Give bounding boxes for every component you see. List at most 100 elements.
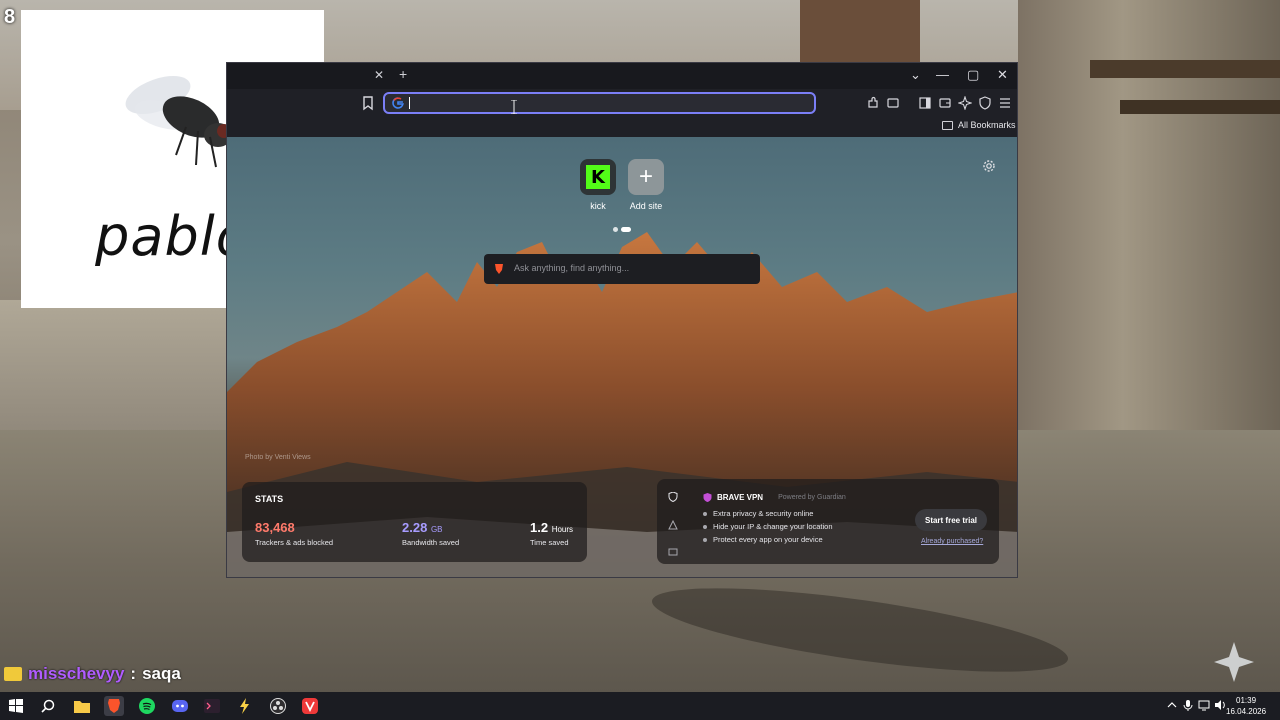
stat-bandwidth: 2.28 GB Bandwidth saved xyxy=(402,520,459,547)
stat-value: 2.28 xyxy=(402,520,428,535)
vpn-feature-text: Extra privacy & security online xyxy=(713,509,814,518)
new-tab-page: K kick + Add site Ask anything, find any… xyxy=(227,137,1017,577)
wallet-icon[interactable] xyxy=(938,96,952,110)
media-icon[interactable] xyxy=(886,96,900,110)
vpn-feature-text: Hide your IP & change your location xyxy=(713,522,833,531)
background-beam xyxy=(1090,60,1280,78)
chat-text: saqa xyxy=(142,664,181,683)
start-free-trial-button[interactable]: Start free trial xyxy=(915,509,987,531)
tab-search-chevron-down-icon[interactable]: ⌄ xyxy=(910,67,921,83)
vpn-feature-text: Protect every app on your device xyxy=(713,535,823,544)
clock-date: 16.04.2026 xyxy=(1226,707,1267,716)
discord-icon[interactable] xyxy=(170,696,190,716)
widget-rail xyxy=(657,479,689,564)
stats-title: STATS xyxy=(255,494,284,504)
vpn-shield-icon[interactable] xyxy=(978,96,992,110)
brave-icon[interactable] xyxy=(104,696,124,716)
stat-label: Bandwidth saved xyxy=(402,538,460,547)
photo-credit[interactable]: Photo by Venti Views xyxy=(245,454,311,461)
stat-label: Trackers & ads blocked xyxy=(255,538,334,547)
subscriber-badge-icon xyxy=(4,667,22,681)
search-icon[interactable] xyxy=(38,696,58,716)
top-site-kick[interactable]: K kick xyxy=(573,159,623,211)
vivaldi-icon[interactable] xyxy=(300,696,320,716)
shield-icon[interactable] xyxy=(668,492,678,502)
leo-ai-icon[interactable] xyxy=(958,96,972,110)
vpn-title-row: BRAVE VPN Powered by Guardian xyxy=(703,493,846,502)
vpn-feature: Hide your IP & change your location xyxy=(703,522,833,531)
stat-time: 1.2 Hours Time saved xyxy=(530,520,573,547)
add-site-button[interactable]: + Add site xyxy=(621,159,671,211)
tab-bar: ✕ + ⌄ — ▢ ✕ xyxy=(227,63,1017,89)
taskbar: 01:39 16.04.2026 xyxy=(0,692,1280,720)
brave-vpn-card: BRAVE VPN Powered by Guardian Extra priv… xyxy=(657,479,999,564)
already-purchased-link[interactable]: Already purchased? xyxy=(921,538,983,545)
clock-time: 01:39 xyxy=(1236,696,1257,705)
warning-icon[interactable] xyxy=(668,520,678,530)
stat-trackers: 83,468 Trackers & ads blocked xyxy=(255,520,333,547)
sidebar-icon[interactable] xyxy=(918,96,932,110)
bullet-icon xyxy=(703,537,707,542)
new-tab-button[interactable]: + xyxy=(399,66,407,82)
menu-icon[interactable] xyxy=(998,96,1012,110)
all-bookmarks-label: All Bookmarks xyxy=(958,120,1016,130)
background-beam xyxy=(1120,100,1280,114)
text-caret xyxy=(409,97,410,109)
file-explorer-icon[interactable] xyxy=(72,696,92,716)
bullet-icon xyxy=(703,511,707,516)
system-clock[interactable]: 01:39 16.04.2026 xyxy=(1226,695,1266,717)
bookmarks-bar: All Bookmarks xyxy=(227,117,1017,137)
extensions-icon[interactable] xyxy=(866,96,880,110)
chevron-up-icon[interactable] xyxy=(1166,699,1178,711)
stat-label: Time saved xyxy=(530,538,569,547)
vpn-feature: Extra privacy & security online xyxy=(703,509,813,518)
vpn-title: BRAVE VPN xyxy=(717,493,764,502)
stat-value: 1.2 xyxy=(530,520,549,535)
stat-unit: Hours xyxy=(551,525,574,534)
background-door xyxy=(800,0,920,70)
chat-username: misschevyy xyxy=(28,664,125,683)
folder-icon xyxy=(942,120,953,130)
obs-icon[interactable] xyxy=(268,696,288,716)
volume-icon[interactable] xyxy=(1214,699,1226,711)
browser-window[interactable]: ✕ + ⌄ — ▢ ✕ All Bookmarks K kick + Add s… xyxy=(226,62,1018,578)
stat-unit: GB xyxy=(430,525,443,534)
pager-dot-active[interactable] xyxy=(621,227,631,232)
all-bookmarks-button[interactable]: All Bookmarks xyxy=(942,120,1016,130)
terminal-icon[interactable] xyxy=(202,696,222,716)
minimize-button[interactable]: — xyxy=(936,67,949,82)
gear-icon[interactable] xyxy=(982,159,996,173)
top-site-label: Add site xyxy=(629,201,663,211)
stats-card: STATS 83,468 Trackers & ads blocked 2.28… xyxy=(242,482,587,562)
plus-icon: + xyxy=(628,159,664,195)
text-cursor-icon xyxy=(511,100,517,114)
google-icon xyxy=(392,97,404,109)
bookmark-icon[interactable] xyxy=(361,95,375,111)
vpn-powered-by: Powered by Guardian xyxy=(778,494,846,501)
leo-ask-input[interactable]: Ask anything, find anything... xyxy=(484,254,760,284)
brave-lion-icon xyxy=(495,264,503,274)
background-wall-left xyxy=(0,300,230,440)
browser-toolbar xyxy=(227,89,1017,117)
brave-vpn-icon xyxy=(703,493,712,502)
game-hud-number: 8 xyxy=(4,6,16,28)
card-icon[interactable] xyxy=(668,547,678,557)
pager-dot[interactable] xyxy=(613,227,618,232)
address-bar[interactable] xyxy=(383,92,816,114)
maximize-button[interactable]: ▢ xyxy=(967,67,979,83)
tab-close-icon[interactable]: ✕ xyxy=(374,68,384,82)
windows-start-icon[interactable] xyxy=(6,696,26,716)
address-input[interactable] xyxy=(411,96,791,110)
ask-placeholder: Ask anything, find anything... xyxy=(514,263,630,273)
chat-message: misschevyy : saqa xyxy=(4,664,181,684)
stat-value: 83,468 xyxy=(255,520,295,535)
vpn-feature: Protect every app on your device xyxy=(703,535,823,544)
bullet-icon xyxy=(703,524,707,529)
spotify-icon[interactable] xyxy=(137,696,157,716)
top-site-label: kick xyxy=(590,201,606,211)
tool-icon[interactable] xyxy=(234,696,254,716)
close-window-button[interactable]: ✕ xyxy=(997,67,1008,83)
network-icon[interactable] xyxy=(1198,699,1210,711)
kick-icon: K xyxy=(580,159,616,195)
microphone-icon[interactable] xyxy=(1182,699,1194,711)
